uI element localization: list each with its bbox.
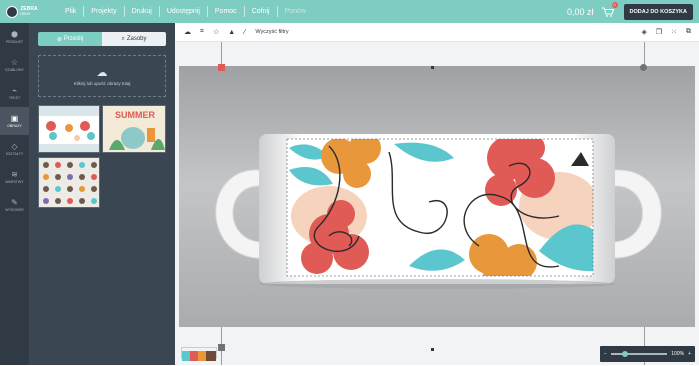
- rail-label: SZABLONY: [5, 68, 24, 72]
- zoom-out-button[interactable]: −: [604, 351, 607, 357]
- tab-upload[interactable]: ⊕ Prześlij: [38, 32, 102, 46]
- main-menu: Plik Projekty Drukuj Udostępnij Pomoc Co…: [60, 6, 311, 17]
- gem-icon: ◇: [11, 142, 18, 151]
- move-handle-top[interactable]: [431, 66, 434, 69]
- rotate-handle[interactable]: [640, 64, 647, 71]
- divider: [206, 6, 208, 17]
- image-icon: ▣: [10, 114, 19, 123]
- cart-area: 0,00 zł 0 DODAJ DO KOSZYKA: [567, 1, 699, 20]
- zoom-value: 100%: [671, 351, 685, 357]
- dropzone-text: Kliknij lub upuść obrazy tutaj: [73, 81, 131, 86]
- rail-label: TEKST: [8, 96, 21, 100]
- upload-dropzone[interactable]: ☁ Kliknij lub upuść obrazy tutaj: [38, 55, 166, 97]
- layers-icon: ≋: [11, 170, 18, 179]
- mug-preview[interactable]: [179, 66, 695, 327]
- cart-count-badge: 0: [611, 1, 618, 8]
- rail-label: OBRAZY: [7, 124, 22, 128]
- zoom-slider[interactable]: [610, 351, 668, 357]
- svg-text:SUMMER: SUMMER: [115, 110, 155, 120]
- star-icon: ☆: [10, 58, 19, 67]
- design-stage[interactable]: − 100% +: [175, 42, 699, 365]
- tab-label: Prześlij: [63, 36, 84, 42]
- menu-print[interactable]: Drukuj: [127, 8, 157, 15]
- cloud-upload-icon: ☁: [96, 67, 108, 79]
- search-icon: ⌕: [121, 35, 125, 42]
- divider: [243, 6, 245, 17]
- tab-label: Zasoby: [126, 36, 147, 42]
- box-icon: ⬢: [11, 30, 18, 39]
- mug-illustration: [179, 66, 695, 327]
- clear-filters-button[interactable]: Wyczyść filtry: [255, 29, 288, 35]
- tab-resources[interactable]: ⌕ Zasoby: [102, 32, 166, 46]
- menu-help[interactable]: Pomoc: [210, 8, 242, 15]
- rail-item-shapes[interactable]: ◇ KSZTAŁTY: [0, 135, 29, 163]
- duplicate-icon[interactable]: ⧉: [686, 28, 691, 36]
- star-icon[interactable]: ☆: [213, 28, 219, 36]
- rail-item-selection[interactable]: ✎ WYSONÓR: [0, 191, 29, 219]
- redo-button[interactable]: Ponów: [280, 8, 311, 15]
- edit-icon: ✎: [11, 198, 18, 207]
- top-bar: ZEBRA DRUK Plik Projekty Drukuj Udostępn…: [0, 0, 699, 23]
- zebra-logo-icon: [6, 5, 19, 18]
- rail-item-text[interactable]: ⌁ TEKST: [0, 79, 29, 107]
- flask-icon[interactable]: ▲: [228, 29, 235, 36]
- text-icon: ⌁: [12, 86, 17, 95]
- resize-handle[interactable]: [218, 344, 225, 351]
- divider: [83, 6, 85, 17]
- menu-file[interactable]: Plik: [60, 8, 81, 15]
- left-rail: ⬢ PRODUKT ☆ SZABLONY ⌁ TEKST ▣ OBRAZY ◇ …: [0, 23, 29, 365]
- fill-color-icon[interactable]: ◈: [641, 28, 646, 36]
- divider: [158, 6, 160, 17]
- zoom-slider-knob[interactable]: [622, 351, 629, 357]
- rail-item-product[interactable]: ⬢ PRODUKT: [0, 23, 29, 51]
- rail-item-images[interactable]: ▣ OBRAZY: [0, 107, 29, 135]
- divider: [276, 6, 278, 17]
- delete-handle[interactable]: [218, 64, 225, 71]
- zoom-control: − 100% +: [600, 346, 695, 362]
- rail-item-layers[interactable]: ≋ WARSTWY: [0, 163, 29, 191]
- move-handle-bottom[interactable]: [431, 348, 434, 351]
- magic-wand-icon[interactable]: ⁄: [244, 29, 245, 36]
- crop-icon[interactable]: ⌗: [200, 28, 204, 36]
- color-swatch-preview[interactable]: [181, 347, 217, 361]
- cart-total: 0,00 zł: [567, 6, 594, 17]
- rail-label: KSZTAŁTY: [5, 152, 24, 156]
- uploaded-image-summer[interactable]: SUMMER: [102, 105, 166, 153]
- upload-icon: ⊕: [56, 36, 62, 43]
- grid-icon[interactable]: ⁙: [671, 28, 677, 36]
- uploaded-image-pattern[interactable]: [38, 157, 100, 208]
- rail-label: WARSTWY: [5, 180, 24, 184]
- cart-icon[interactable]: 0: [601, 1, 618, 17]
- layer-order-icon[interactable]: ❐: [656, 28, 662, 36]
- panel-tabs: ⊕ Prześlij ⌕ Zasoby: [38, 32, 166, 46]
- zoom-in-button[interactable]: +: [688, 351, 691, 357]
- uploaded-image-flowers[interactable]: [38, 105, 100, 153]
- rail-item-templates[interactable]: ☆ SZABLONY: [0, 51, 29, 79]
- logo[interactable]: ZEBRA DRUK: [0, 0, 44, 23]
- rail-label: PRODUKT: [5, 40, 24, 44]
- menu-share[interactable]: Udostępnij: [162, 8, 205, 15]
- images-panel: ⊕ Prześlij ⌕ Zasoby ☁ Kliknij lub upuść …: [29, 23, 175, 365]
- rail-label: WYSONÓR: [5, 208, 24, 212]
- undo-button[interactable]: Cofnij: [247, 8, 275, 15]
- menu-projects[interactable]: Projekty: [86, 8, 121, 15]
- upload-cloud-icon[interactable]: ☁: [184, 28, 191, 36]
- edit-toolbar: ☁ ⌗ ☆ ▲ ⁄ Wyczyść filtry ◈ ❐ ⁙ ⧉: [175, 23, 699, 42]
- add-to-cart-button[interactable]: DODAJ DO KOSZYKA: [623, 3, 693, 20]
- brand-sub: DRUK: [20, 11, 31, 16]
- divider: [123, 6, 125, 17]
